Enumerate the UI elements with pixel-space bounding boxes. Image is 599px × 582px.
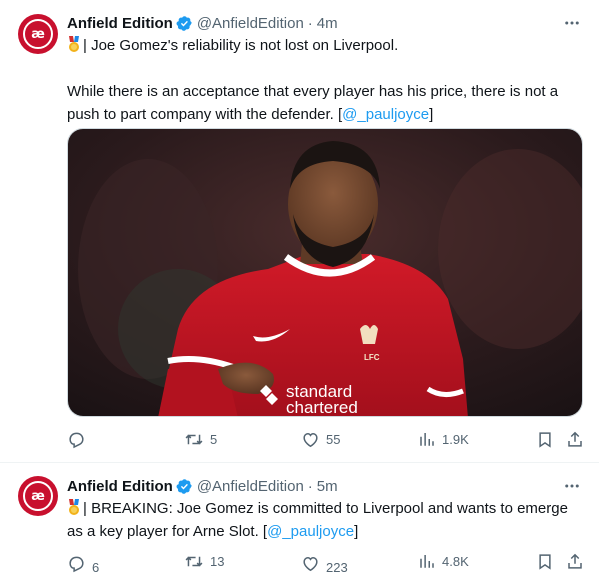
like-count: 55 xyxy=(326,432,341,447)
separator: · xyxy=(307,14,313,32)
verified-badge-icon[interactable] xyxy=(176,15,193,32)
like-button[interactable]: 55 xyxy=(301,430,340,449)
reply-icon xyxy=(69,556,84,573)
avatar[interactable]: æ xyxy=(18,476,58,516)
avatar-logo: æ xyxy=(23,19,53,49)
tweet[interactable]: æ Anfield Edition @AnfieldEdition · 5m |… xyxy=(0,463,599,582)
bookmark-icon xyxy=(539,554,551,570)
timestamp[interactable]: 4m xyxy=(317,15,338,32)
crest-text: LFC xyxy=(364,353,380,362)
heart-icon xyxy=(303,557,318,572)
tweet-text: | Joe Gomez's reliability is not lost on… xyxy=(67,34,582,126)
tweet[interactable]: æ Anfield Edition @AnfieldEdition · 4m |… xyxy=(0,0,599,463)
share-button[interactable] xyxy=(566,430,584,449)
more-dots-icon xyxy=(565,21,579,25)
tweet-line-2-suffix: ] xyxy=(429,106,434,123)
verified-badge-icon[interactable] xyxy=(176,478,193,495)
medal-emoji-icon xyxy=(69,36,79,52)
tweet-header: Anfield Edition @AnfieldEdition · 5m xyxy=(67,476,338,496)
medal-emoji-icon xyxy=(69,499,79,515)
timestamp[interactable]: 5m xyxy=(317,478,338,495)
repost-icon xyxy=(185,434,203,445)
repost-count: 13 xyxy=(210,554,225,569)
author-name[interactable]: Anfield Edition xyxy=(67,15,173,32)
view-count: 4.8K xyxy=(442,553,469,569)
bookmark-button[interactable] xyxy=(536,552,554,571)
reply-count: 6 xyxy=(92,560,100,575)
tweet-actions: 5 55 1.9K xyxy=(67,430,585,452)
reply-button[interactable] xyxy=(67,430,92,449)
sponsor-line-2: chartered xyxy=(286,398,358,417)
avatar-logo: æ xyxy=(23,481,53,511)
reply-icon xyxy=(69,432,84,449)
tweet-line-2: While there is an acceptance that every … xyxy=(67,83,559,123)
share-button[interactable] xyxy=(566,552,584,571)
mention-link[interactable]: @_pauljoyce xyxy=(342,106,429,123)
analytics-icon xyxy=(420,433,434,446)
author-handle[interactable]: @AnfieldEdition xyxy=(197,478,304,495)
tweet-line-1: | Joe Gomez's reliability is not lost on… xyxy=(83,37,399,54)
repost-count: 5 xyxy=(210,432,218,447)
like-button[interactable]: 223 xyxy=(301,552,348,575)
bookmark-button[interactable] xyxy=(536,430,554,449)
reply-button[interactable]: 6 xyxy=(67,552,99,575)
mention-link[interactable]: @_pauljoyce xyxy=(267,523,354,540)
tweet-media-photo[interactable]: LFC standard chartered xyxy=(67,128,583,417)
share-icon xyxy=(568,553,582,569)
repost-button[interactable]: 5 xyxy=(184,430,217,449)
more-options-button[interactable] xyxy=(562,476,582,496)
more-dots-icon xyxy=(565,484,579,488)
player-photo-image: LFC standard chartered xyxy=(68,129,582,417)
author-name[interactable]: Anfield Edition xyxy=(67,478,173,495)
share-icon xyxy=(568,431,582,447)
analytics-icon xyxy=(420,555,434,568)
tweet-text: | BREAKING: Joe Gomez is committed to Li… xyxy=(67,497,582,543)
tweet-actions: 6 13 223 4.8K xyxy=(67,552,585,575)
view-count: 1.9K xyxy=(442,431,469,447)
more-options-button[interactable] xyxy=(562,13,582,33)
repost-button[interactable]: 13 xyxy=(184,552,224,571)
author-handle[interactable]: @AnfieldEdition xyxy=(197,15,304,32)
tweet-header: Anfield Edition @AnfieldEdition · 4m xyxy=(67,13,338,33)
repost-icon xyxy=(185,556,203,567)
avatar[interactable]: æ xyxy=(18,14,58,54)
views-button[interactable]: 4.8K xyxy=(418,552,469,570)
views-button[interactable]: 1.9K xyxy=(418,430,469,448)
separator: · xyxy=(307,477,313,495)
tweet-body-suffix: ] xyxy=(354,523,359,540)
heart-icon xyxy=(303,433,318,448)
like-count: 223 xyxy=(326,560,348,575)
bookmark-icon xyxy=(539,432,551,448)
